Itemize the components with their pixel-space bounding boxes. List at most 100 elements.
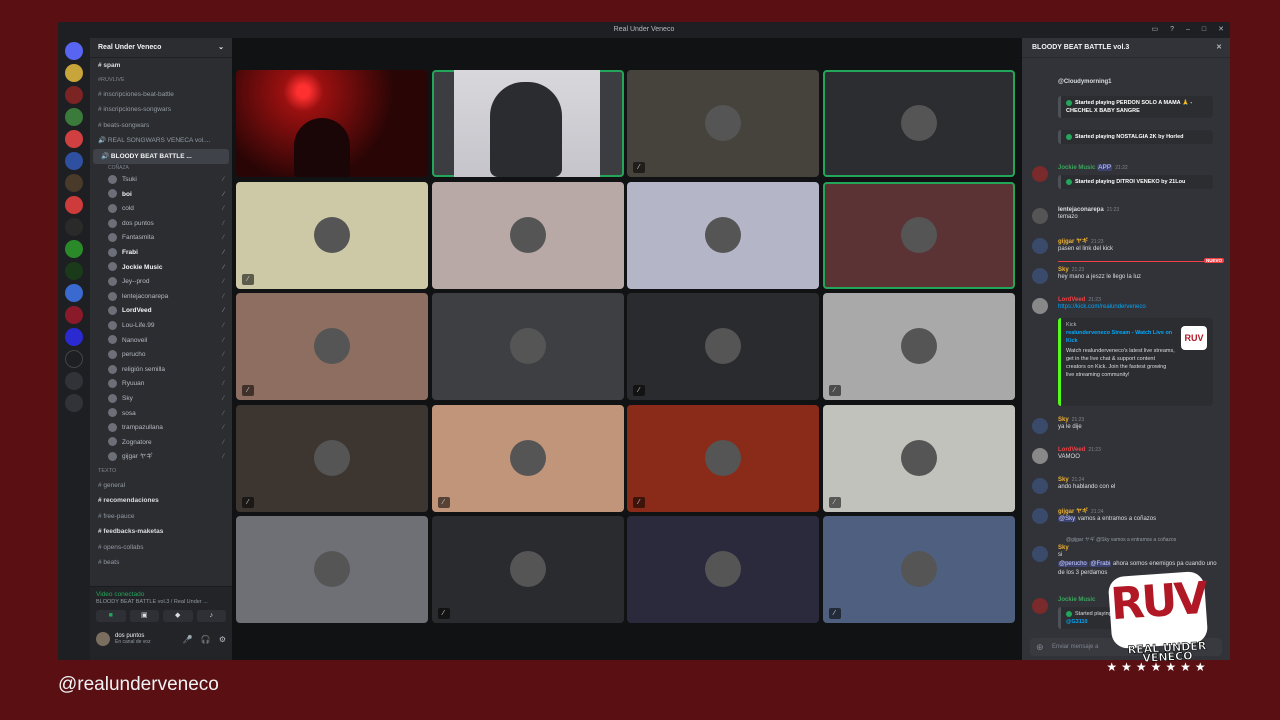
avatar[interactable] <box>1032 448 1048 464</box>
participant-tile[interactable]: ⁄ <box>236 181 428 289</box>
participant-tile[interactable] <box>431 70 624 177</box>
participant-tile[interactable] <box>431 181 624 289</box>
add-attachment-icon[interactable]: ⊕ <box>1036 638 1044 656</box>
avatar[interactable] <box>1032 166 1048 182</box>
add-server-icon[interactable] <box>65 372 83 390</box>
message-author[interactable]: Jockie Music <box>1058 165 1095 171</box>
participant-tile[interactable]: ⁄ <box>627 293 819 400</box>
minimize-icon[interactable]: – <box>1186 22 1190 38</box>
voice-channel-path[interactable]: BLOODY BEAT BATTLE vol.3 / Real Under ..… <box>90 598 232 606</box>
voice-user[interactable]: Lou-Life.99 ⁄ <box>90 319 232 334</box>
voice-user[interactable]: Ryuuan ⁄ <box>90 377 232 392</box>
voice-user[interactable]: LordVeed ⁄ <box>90 304 232 319</box>
close-icon[interactable]: ✕ <box>1218 22 1224 38</box>
soundboard-button[interactable]: ♪ <box>196 610 226 622</box>
participant-tile[interactable] <box>431 293 624 400</box>
camera-button[interactable]: ■ <box>96 610 126 622</box>
server-icon[interactable] <box>65 218 83 236</box>
channel-channels_ruv[interactable]: # inscripciones-songwars <box>90 102 232 118</box>
participant-tile[interactable] <box>822 181 1015 289</box>
embed-track[interactable]: @G3110 <box>1066 619 1088 625</box>
participant-tile[interactable] <box>822 70 1015 177</box>
voice-user[interactable]: Sky ⁄ <box>90 392 232 407</box>
voice-user[interactable]: sosa ⁄ <box>90 407 232 422</box>
server-icon[interactable] <box>65 130 83 148</box>
message-author[interactable]: Jockie Music <box>1058 597 1095 603</box>
inbox-icon[interactable]: ▭ <box>1151 22 1158 38</box>
maximize-icon[interactable]: □ <box>1202 22 1206 38</box>
participant-tile[interactable]: ⁄ <box>431 516 624 623</box>
participant-tile[interactable]: ⁄ <box>431 404 624 512</box>
avatar[interactable] <box>1032 268 1048 284</box>
avatar[interactable] <box>1032 238 1048 254</box>
reply-preview[interactable]: @gijgar ヤギ @Sky vamos a entramos a coñaz… <box>1066 536 1176 543</box>
participant-tile[interactable]: ⁄ <box>236 404 428 512</box>
server-header[interactable]: Real Under Veneco ⌄ <box>90 38 232 58</box>
help-icon[interactable]: ? <box>1170 22 1174 38</box>
avatar[interactable] <box>1032 418 1048 434</box>
active-voice-channel[interactable]: 🔊 BLOODY BEAT BATTLE ... <box>93 148 229 164</box>
avatar[interactable] <box>1032 478 1048 494</box>
avatar[interactable] <box>1032 546 1048 562</box>
voice-user[interactable]: Jey--prod ⁄ <box>90 275 232 290</box>
channel-channels_texto[interactable]: # recomendaciones <box>90 493 232 509</box>
voice-user[interactable]: Zognatore ⁄ <box>90 436 232 451</box>
gear-icon[interactable]: ⚙ <box>219 635 226 644</box>
channel-channels_top[interactable]: # spam <box>90 58 232 74</box>
participant-tile[interactable]: ⁄ <box>822 293 1015 400</box>
close-icon[interactable]: ✕ <box>1216 38 1222 58</box>
voice-user[interactable]: Tsuki ⁄ <box>90 173 232 188</box>
avatar[interactable] <box>1032 598 1048 614</box>
voice-user[interactable]: Nanoveil ⁄ <box>90 334 232 349</box>
channel-channels_texto[interactable]: # general <box>90 478 232 494</box>
server-icon[interactable] <box>65 108 83 126</box>
server-icon[interactable] <box>65 284 83 302</box>
avatar[interactable] <box>96 632 110 646</box>
voice-user[interactable]: Frabi ⁄ <box>90 246 232 261</box>
server-icon[interactable] <box>65 64 83 82</box>
channel-channels_texto[interactable]: # free-pauce <box>90 509 232 525</box>
participant-tile[interactable] <box>627 181 819 289</box>
participant-tile[interactable] <box>236 516 428 623</box>
mention[interactable]: @perucho <box>1058 561 1088 567</box>
message-link[interactable]: https://kick.com/realunderveneco <box>1058 303 1224 312</box>
server-icon[interactable] <box>65 152 83 170</box>
avatar[interactable] <box>1032 508 1048 524</box>
voice-user[interactable]: religión semilla ⁄ <box>90 363 232 378</box>
category-texto[interactable]: Texto <box>90 465 232 478</box>
microphone-icon[interactable]: 🎤 <box>183 635 193 644</box>
direct-messages-icon[interactable] <box>65 42 83 60</box>
server-icon[interactable] <box>65 86 83 104</box>
voice-user[interactable]: perucho ⁄ <box>90 348 232 363</box>
voice-user[interactable]: cold ⁄ <box>90 202 232 217</box>
server-icon[interactable] <box>65 328 83 346</box>
headphones-icon[interactable]: 🎧 <box>201 635 211 644</box>
participant-tile[interactable]: ⁄ <box>822 404 1015 512</box>
activity-button[interactable]: ◆ <box>163 610 193 622</box>
participant-tile[interactable]: ⁄ <box>627 70 819 177</box>
voice-user[interactable]: boi ⁄ <box>90 188 232 203</box>
screen-share-button[interactable]: ▣ <box>129 610 159 622</box>
embed-title[interactable]: realunderveneco Stream - Watch Live on K… <box>1066 329 1176 345</box>
participant-tile[interactable] <box>236 70 428 177</box>
discover-icon[interactable] <box>65 394 83 412</box>
server-icon[interactable] <box>65 306 83 324</box>
server-icon[interactable] <box>65 196 83 214</box>
voice-user[interactable]: gijgar ヤギ ⁄ <box>90 450 232 465</box>
server-icon[interactable] <box>65 240 83 258</box>
voice-user[interactable]: lentejaconarepa ⁄ <box>90 290 232 305</box>
avatar[interactable] <box>1032 208 1048 224</box>
participant-tile[interactable]: ⁄ <box>822 516 1015 623</box>
voice-user[interactable]: trampazullana ⁄ <box>90 421 232 436</box>
channel-channels_ruv[interactable]: # inscripciones-beat-battle <box>90 87 232 103</box>
channel-channels_ruv[interactable]: 🔊 REAL SONGWARS VENECA vol.... <box>90 133 232 149</box>
voice-user[interactable]: Fantasmita ⁄ <box>90 231 232 246</box>
mention[interactable]: @Sky <box>1058 516 1077 522</box>
mention[interactable]: @Frabi <box>1089 561 1112 567</box>
participant-tile[interactable] <box>627 516 819 623</box>
category-ruvlive[interactable]: #RUVLIVE <box>90 74 232 87</box>
server-icon[interactable] <box>65 262 83 280</box>
channel-channels_texto[interactable]: # opens-collabs <box>90 540 232 556</box>
voice-user[interactable]: Jockie Music ⁄ <box>90 261 232 276</box>
channel-channels_ruv[interactable]: # beats-songwars <box>90 118 232 134</box>
